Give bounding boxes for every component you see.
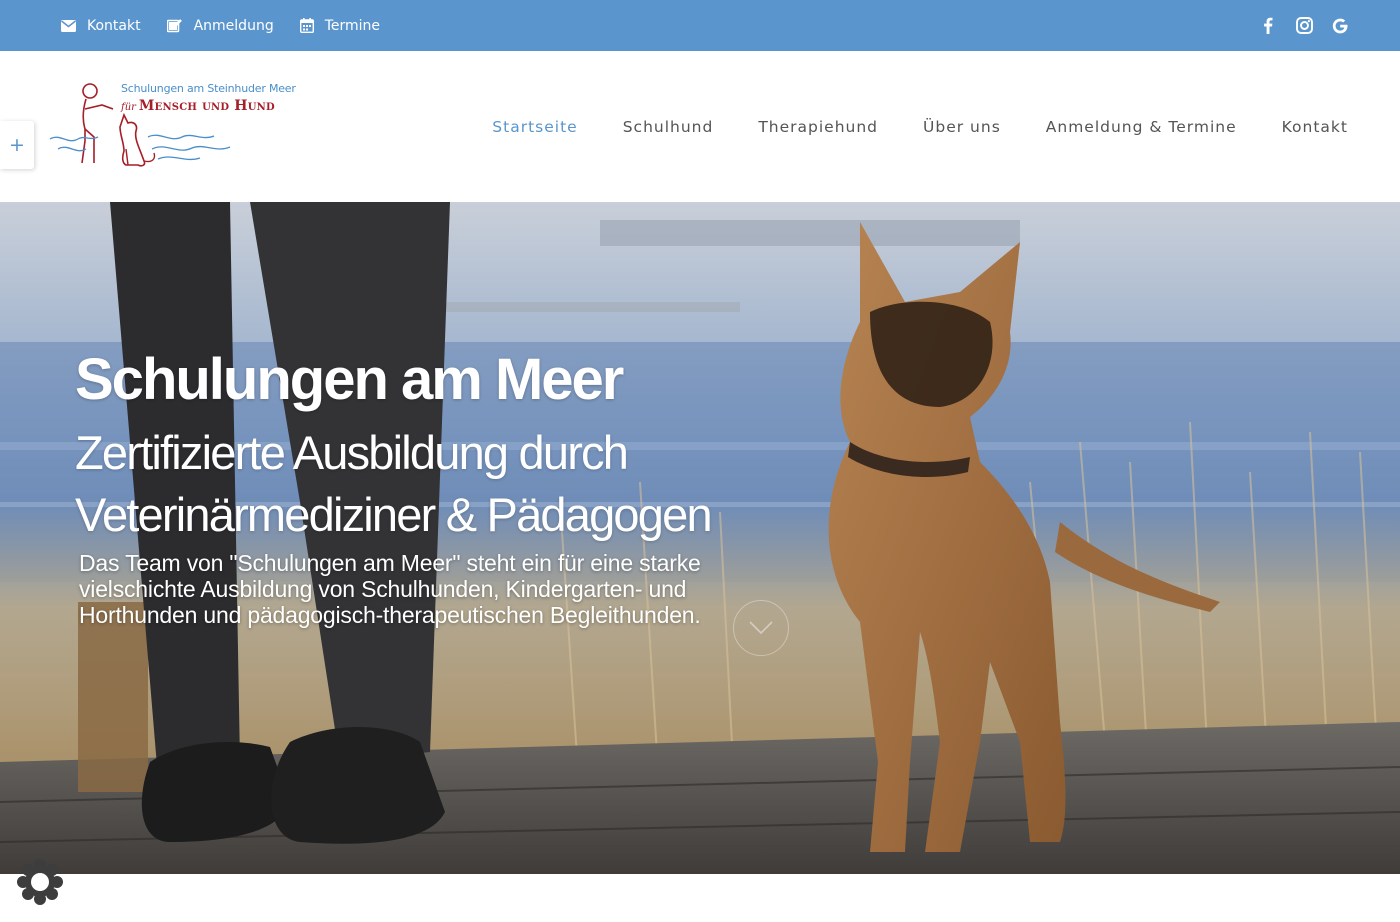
- logo-fuer: für: [121, 102, 136, 113]
- pencil-square-icon: [166, 19, 182, 33]
- nav-item-therapiehund[interactable]: Therapiehund: [758, 118, 878, 136]
- sliding-bar-toggle[interactable]: +: [0, 121, 34, 169]
- nav-item-ueber-uns[interactable]: Über uns: [923, 118, 1001, 136]
- hero-subtitle: Zertifizierte Ausbildung durch Veterinär…: [75, 426, 713, 541]
- logo-name: für Mensch und Hund: [121, 95, 275, 114]
- topbar-link-label: Anmeldung: [193, 17, 274, 34]
- top-bar: Kontakt Anmeldung Termine: [0, 0, 1400, 51]
- topbar-link-termine[interactable]: Termine: [299, 17, 381, 34]
- logo-name-text: Mensch und Hund: [138, 98, 275, 114]
- facebook-icon[interactable]: [1259, 17, 1277, 35]
- nav-item-kontakt[interactable]: Kontakt: [1282, 118, 1348, 136]
- site-header: Schulungen am Steinhuder Meer für Mensch …: [0, 51, 1400, 202]
- nav-item-anmeldung-termine[interactable]: Anmeldung & Termine: [1046, 118, 1237, 136]
- chevron-down-icon: [749, 621, 773, 635]
- envelope-icon: [61, 19, 76, 32]
- nav-item-startseite[interactable]: Startseite: [492, 118, 577, 136]
- logo-tagline: Schulungen am Steinhuder Meer: [121, 82, 296, 95]
- google-icon[interactable]: [1331, 17, 1349, 35]
- hero-text: Das Team von "Schulungen am Meer" steht …: [79, 550, 701, 628]
- gear-icon: [17, 859, 63, 905]
- main-navigation: Startseite Schulhund Therapiehund Über u…: [447, 51, 1348, 202]
- social-links: [1259, 0, 1349, 51]
- hero-section: Schulungen am Meer Zertifizierte Ausbild…: [0, 202, 1400, 874]
- cookie-settings-button[interactable]: [16, 858, 64, 906]
- instagram-icon[interactable]: [1295, 17, 1313, 35]
- topbar-link-anmeldung[interactable]: Anmeldung: [166, 17, 274, 34]
- site-logo[interactable]: Schulungen am Steinhuder Meer für Mensch …: [48, 79, 308, 174]
- topbar-link-label: Termine: [324, 17, 381, 34]
- topbar-link-label: Kontakt: [87, 17, 141, 34]
- hero-title: Schulungen am Meer: [75, 347, 624, 412]
- scroll-down-button[interactable]: [733, 600, 789, 656]
- calendar-icon: [299, 18, 314, 33]
- nav-item-schulhund[interactable]: Schulhund: [623, 118, 714, 136]
- topbar-link-kontakt[interactable]: Kontakt: [61, 18, 141, 34]
- topbar-links: Kontakt Anmeldung Termine: [61, 0, 406, 51]
